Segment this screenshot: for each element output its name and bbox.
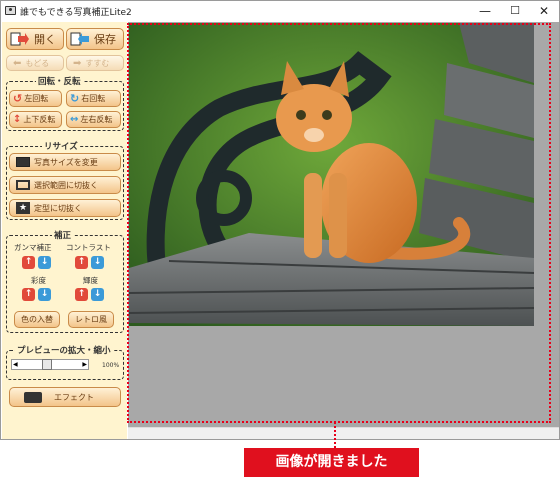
rotate-section-title: 回転・反転: [36, 75, 83, 87]
effect-button[interactable]: エフェクト: [9, 387, 121, 407]
flip-vertical-button[interactable]: ↕ 上下反転: [9, 111, 62, 128]
open-label: 開く: [34, 33, 56, 46]
rotate-left-button[interactable]: ↺ 左回転: [9, 90, 62, 107]
save-arrow-icon: [70, 32, 89, 46]
window-title: 誰でもできる写真補正Lite2: [20, 8, 132, 18]
contrast-label: コントラスト: [66, 243, 111, 252]
change-size-button[interactable]: 写真サイズを変更: [9, 153, 121, 171]
preview-section-title: プレビューの拡大・縮小: [15, 344, 113, 356]
resize-icon: [16, 157, 30, 167]
flip-horizontal-icon: ↔: [70, 114, 79, 125]
gamma-up-button[interactable]: ↑: [22, 256, 35, 269]
close-button[interactable]: ✕: [529, 1, 559, 21]
title-bar: 誰でもできる写真補正Lite2 — ☐ ✕: [1, 1, 559, 21]
zoom-slider[interactable]: ◀ ▶: [11, 359, 89, 370]
sidebar: 開く 保存 ⬅ もどる ➡ すすむ 回転・反転 ↺ 左回転 ↻ 右回転 ↕ 上下…: [2, 22, 127, 439]
change-size-label: 写真サイズを変更: [34, 157, 98, 167]
save-label: 保存: [94, 33, 116, 46]
redo-label: すすむ: [85, 58, 110, 68]
rotate-left-label: 左回転: [24, 94, 49, 103]
brightness-up-button[interactable]: ↑: [75, 288, 88, 301]
gamma-label: ガンマ補正: [14, 243, 52, 252]
slider-left-arrow-icon[interactable]: ◀: [13, 361, 18, 368]
crop-selection-label: 選択範囲に切抜く: [34, 180, 98, 190]
slider-right-arrow-icon[interactable]: ▶: [82, 361, 87, 368]
redo-button[interactable]: ➡ すすむ: [66, 55, 124, 71]
horizontal-scrollbar[interactable]: [128, 427, 559, 439]
brightness-down-button[interactable]: ↓: [91, 288, 104, 301]
rotate-left-icon: ↺: [13, 92, 23, 105]
correction-section-title: 補正: [52, 229, 74, 241]
saturation-down-button[interactable]: ↓: [38, 288, 51, 301]
saturation-label: 彩度: [31, 276, 46, 285]
color-swap-button[interactable]: 色の入替: [14, 311, 60, 328]
contrast-down-button[interactable]: ↓: [91, 256, 104, 269]
open-button[interactable]: 開く: [6, 28, 64, 50]
retro-button[interactable]: レトロ風: [68, 311, 114, 328]
app-window: 誰でもできる写真補正Lite2 — ☐ ✕ 開く 保存 ⬅ もどる ➡ すすむ …: [0, 0, 560, 440]
rotate-right-button[interactable]: ↻ 右回転: [66, 90, 121, 107]
minimize-button[interactable]: —: [470, 1, 500, 21]
image-selection-highlight: [127, 23, 551, 423]
crop-selection-button[interactable]: 選択範囲に切抜く: [9, 176, 121, 194]
effect-label: エフェクト: [54, 392, 94, 402]
effect-wand-icon: [24, 391, 42, 403]
maximize-button[interactable]: ☐: [500, 1, 530, 21]
app-camera-icon: [5, 6, 16, 15]
redo-arrow-icon: ➡: [73, 57, 82, 69]
color-swap-label: 色の入替: [21, 315, 53, 324]
rotate-right-label: 右回転: [81, 94, 106, 103]
crop-fixed-button[interactable]: ★ 定型に切抜く: [9, 199, 121, 217]
retro-label: レトロ風: [75, 315, 107, 324]
zoom-value: 100%: [102, 362, 120, 369]
zoom-slider-thumb[interactable]: [42, 359, 52, 370]
brightness-label: 輝度: [83, 276, 98, 285]
flip-horizontal-button[interactable]: ↔ 左右反転: [66, 111, 121, 128]
saturation-up-button[interactable]: ↑: [22, 288, 35, 301]
star-icon: ★: [16, 202, 30, 214]
flip-vertical-label: 上下反転: [23, 115, 56, 124]
save-button[interactable]: 保存: [66, 28, 124, 50]
callout-pointer: [334, 422, 336, 448]
contrast-up-button[interactable]: ↑: [75, 256, 88, 269]
flip-horizontal-label: 左右反転: [80, 115, 113, 124]
flip-vertical-icon: ↕: [13, 114, 22, 125]
resize-section-title: リサイズ: [42, 140, 80, 152]
undo-button[interactable]: ⬅ もどる: [6, 55, 64, 71]
undo-label: もどる: [25, 58, 50, 68]
rotate-right-icon: ↻: [70, 92, 80, 105]
open-arrow-icon: [10, 32, 29, 46]
gamma-down-button[interactable]: ↓: [38, 256, 51, 269]
crop-frame-icon: [16, 180, 30, 190]
undo-arrow-icon: ⬅: [13, 57, 22, 69]
callout-label: 画像が開きました: [244, 448, 419, 477]
crop-fixed-label: 定型に切抜く: [34, 203, 82, 213]
